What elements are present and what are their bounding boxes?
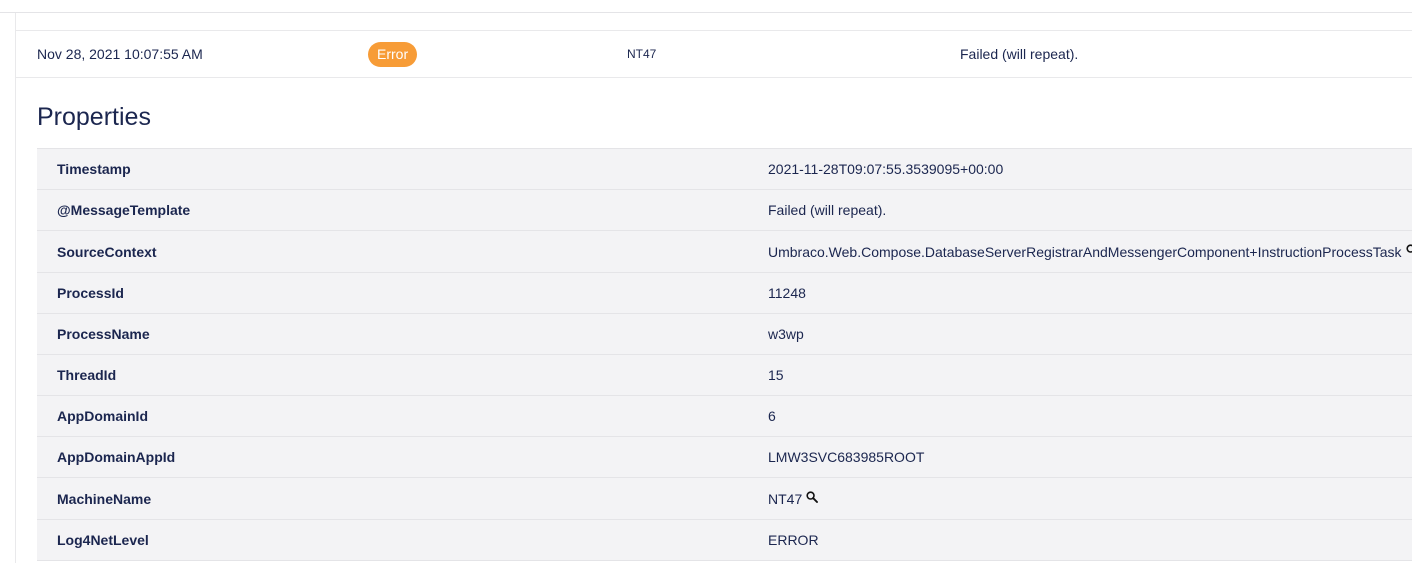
property-value: 11248 [768, 285, 806, 301]
property-value: Umbraco.Web.Compose.DatabaseServerRegist… [768, 243, 1402, 260]
log-message: Failed (will repeat). [960, 46, 1079, 62]
log-entry-row[interactable]: Nov 28, 2021 10:07:55 AM Error NT47 Fail… [16, 30, 1412, 78]
search-icon[interactable] [806, 490, 819, 503]
log-level-cell: Error [368, 31, 418, 77]
property-value-wrapper: Umbraco.Web.Compose.DatabaseServerRegist… [768, 231, 1412, 272]
property-value: NT47 [768, 490, 803, 507]
property-value: LMW3SVC683985ROOT [768, 449, 925, 465]
property-value: w3wp [768, 326, 804, 342]
property-key: AppDomainId [57, 408, 148, 424]
property-key: Log4NetLevel [57, 532, 149, 548]
property-key: MachineName [57, 490, 152, 507]
level-badge: Error [368, 41, 418, 67]
property-row-machine-name: MachineName NT47 [37, 478, 1412, 520]
property-row-process-name: ProcessName w3wp [37, 314, 1412, 355]
property-row-message-template: @MessageTemplate Failed (will repeat). [37, 190, 1412, 231]
property-key: ProcessName [57, 326, 150, 342]
property-row-thread-id: ThreadId 15 [37, 355, 1412, 396]
log-details-view: Nov 28, 2021 10:07:55 AM Error NT47 Fail… [0, 0, 1412, 563]
property-value-wrapper: NT47 [768, 478, 819, 519]
property-key: ThreadId [57, 367, 117, 383]
property-row-process-id: ProcessId 11248 [37, 273, 1412, 314]
top-divider [0, 0, 1412, 13]
property-value: 15 [768, 367, 784, 383]
property-row-app-domain-app-id: AppDomainAppId LMW3SVC683985ROOT [37, 437, 1412, 478]
property-key: @MessageTemplate [57, 202, 191, 218]
property-value: 6 [768, 408, 776, 424]
property-row-app-domain-id: AppDomainId 6 [37, 396, 1412, 437]
property-key: Timestamp [57, 161, 131, 177]
property-key: AppDomainAppId [57, 449, 176, 465]
property-value: ERROR [768, 532, 819, 548]
left-rail [15, 13, 16, 563]
property-key: ProcessId [57, 285, 124, 301]
log-machine-name: NT47 [627, 47, 657, 61]
property-row-log4net-level: Log4NetLevel ERROR [37, 520, 1412, 561]
property-key: SourceContext [57, 243, 157, 260]
property-row-source-context: SourceContext Umbraco.Web.Compose.Databa… [37, 231, 1412, 273]
property-value: 2021-11-28T09:07:55.3539095+00:00 [768, 161, 1004, 177]
search-icon[interactable] [1405, 243, 1412, 256]
log-timestamp: Nov 28, 2021 10:07:55 AM [37, 46, 203, 62]
properties-table: Timestamp 2021-11-28T09:07:55.3539095+00… [37, 148, 1412, 561]
property-row-timestamp: Timestamp 2021-11-28T09:07:55.3539095+00… [37, 149, 1412, 190]
property-value: Failed (will repeat). [768, 202, 887, 218]
properties-heading: Properties [37, 103, 151, 131]
